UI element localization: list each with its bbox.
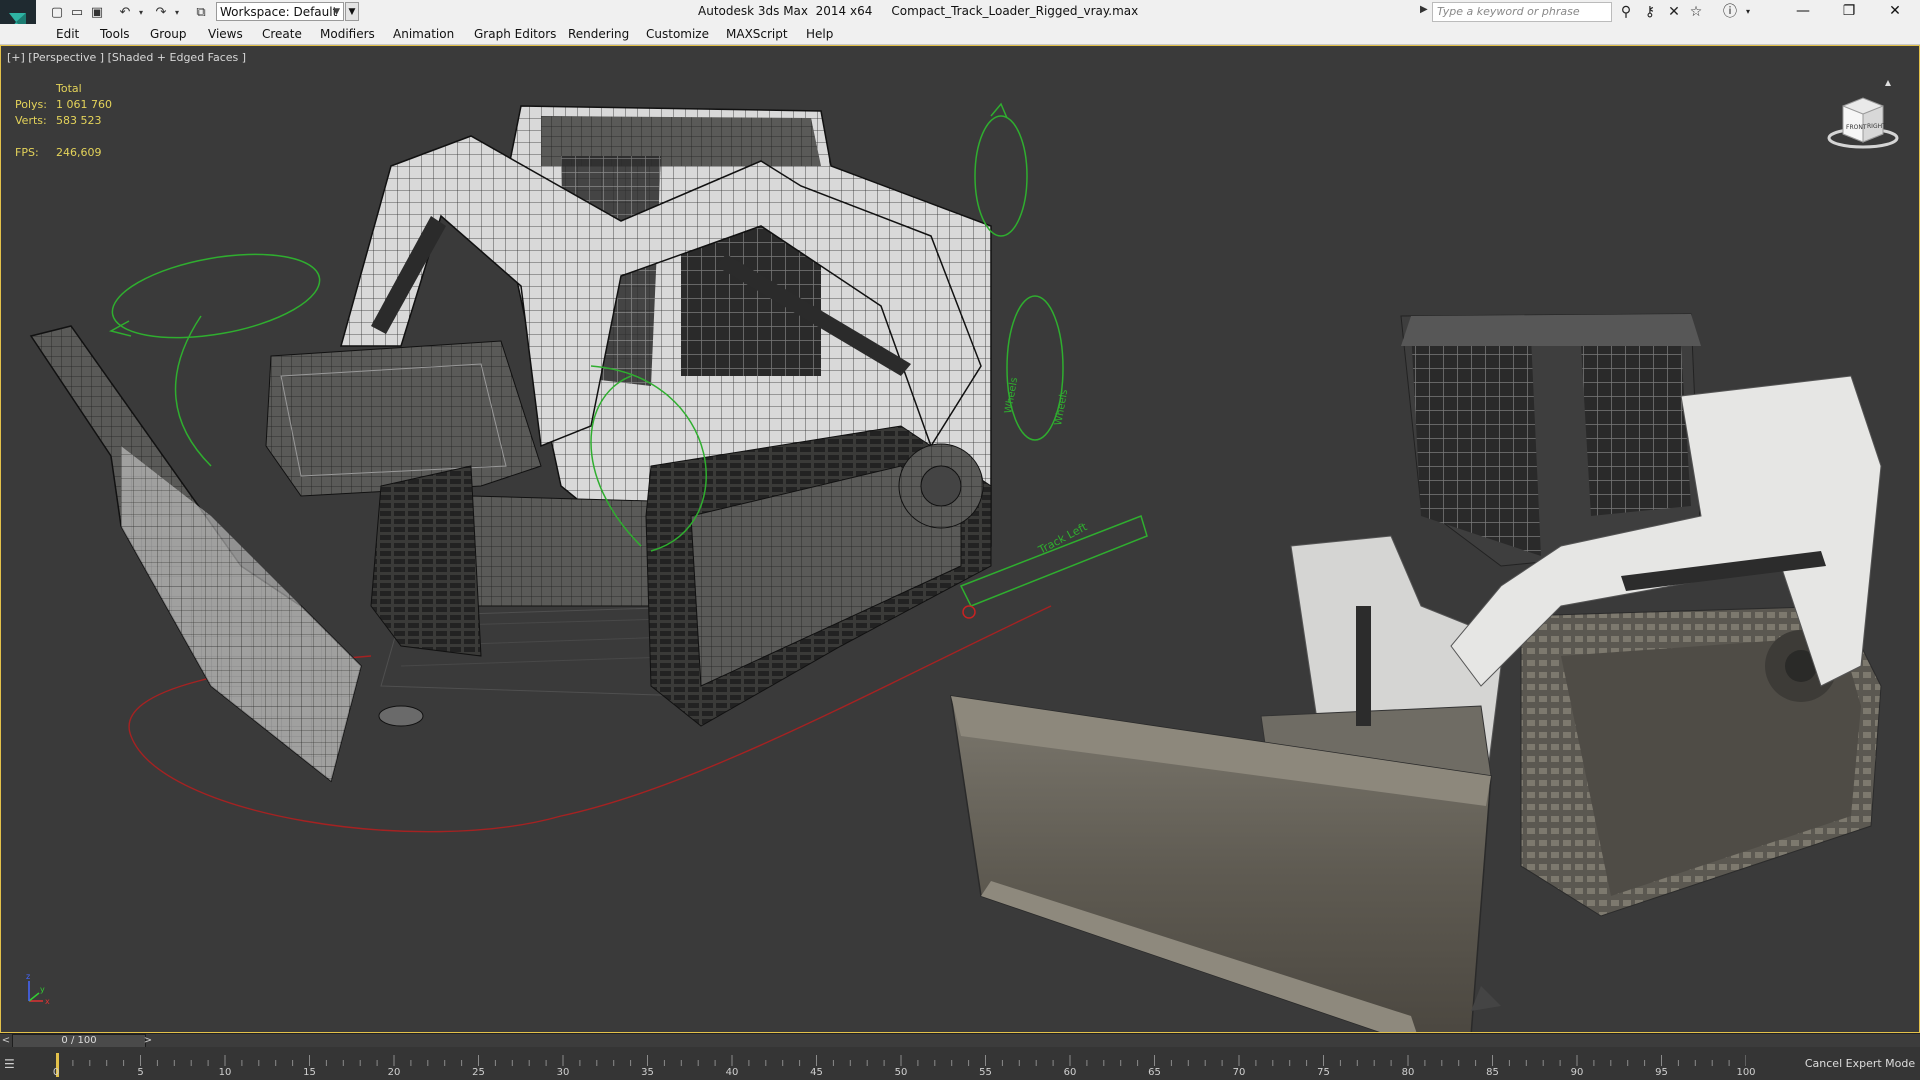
wheels-label-2: Wheels (1053, 389, 1070, 427)
axis-x-label: x (45, 997, 50, 1006)
wheels-label: Wheels (1003, 377, 1020, 415)
track-tick-label: 45 (810, 1067, 823, 1078)
time-slider[interactable]: 0 / 100 (12, 1034, 146, 1048)
menu-rendering[interactable]: Rendering (568, 27, 629, 41)
minimize-button[interactable]: — (1780, 0, 1826, 24)
search-expand-icon[interactable]: ▶ (1420, 4, 1428, 15)
viewcube-front-label: FRONT (1846, 124, 1867, 131)
menu-bar: Edit Tools Group Views Create Modifiers … (0, 24, 1920, 45)
track-tick-label: 80 (1401, 1067, 1415, 1078)
time-next-button[interactable]: > (142, 1034, 154, 1048)
title-bar: ▢ ▭ ▣ ↶ ▾ ↷ ▾ ⧉ Workspace: Default ▼ ▼ A… (0, 0, 1920, 44)
track-tick-label: 10 (218, 1067, 232, 1078)
restore-button[interactable]: ❐ (1826, 0, 1872, 24)
track-tick-label: 30 (556, 1067, 570, 1078)
track-tick-label: 20 (387, 1067, 401, 1078)
viewcube[interactable]: FRONT RIGHT (1823, 76, 1903, 156)
close-button[interactable]: ✕ (1872, 0, 1918, 24)
time-prev-button[interactable]: < (0, 1034, 12, 1048)
save-file-icon[interactable]: ▣ (88, 3, 106, 21)
redo-dropdown-icon[interactable]: ▾ (168, 3, 186, 21)
menu-animation[interactable]: Animation (393, 27, 454, 41)
time-slider-bar: < 0 / 100 > (0, 1033, 1920, 1048)
axis-tripod-icon: x y z (26, 972, 50, 1006)
track-tick-label: 5 (137, 1067, 144, 1078)
window-title: Autodesk 3ds Max 2014 x64 Compact_Track_… (698, 4, 1139, 18)
track-tick-label: 35 (641, 1067, 654, 1078)
track-bar[interactable]: ☰ 0 5 10 15 20 25 30 35 40 45 50 55 60 65 70 75 80 85 90 95… (0, 1047, 1920, 1080)
menu-help[interactable]: Help (806, 27, 833, 41)
track-tick-label: 25 (472, 1067, 485, 1078)
track-tick-label: 55 (979, 1067, 992, 1078)
track-tick-label: 65 (1148, 1067, 1161, 1078)
wireframe-loader[interactable] (29, 105, 992, 783)
project-folder-icon[interactable]: ⧉ (192, 3, 210, 21)
menu-maxscript[interactable]: MAXScript (726, 27, 788, 41)
menu-views[interactable]: Views (208, 27, 243, 41)
menu-group[interactable]: Group (150, 27, 187, 41)
help-dropdown-icon[interactable]: ▾ (1738, 3, 1758, 21)
menu-customize[interactable]: Customize (646, 27, 709, 41)
menu-tools[interactable]: Tools (100, 27, 130, 41)
cancel-expert-mode-button[interactable]: Cancel Expert Mode (1800, 1047, 1920, 1080)
menu-graph-editors[interactable]: Graph Editors (474, 27, 556, 41)
viewcube-home-icon[interactable] (1885, 80, 1891, 86)
menu-create[interactable]: Create (262, 27, 302, 41)
favorites-star-icon[interactable]: ☆ (1686, 3, 1706, 21)
viewcube-right-label: RIGHT (1867, 123, 1886, 130)
track-tick-label: 15 (303, 1067, 316, 1078)
chevron-down-icon: ▼ (333, 7, 340, 17)
track-tick-label: 50 (894, 1067, 908, 1078)
track-tick-label: 100 (1736, 1067, 1756, 1078)
search-input[interactable]: Type a keyword or phrase (1432, 2, 1612, 22)
workspace-dropdown[interactable]: Workspace: Default ▼ (216, 2, 344, 21)
help-icon[interactable]: ⓘ (1720, 3, 1740, 21)
track-tick-label: 70 (1232, 1067, 1246, 1078)
perspective-viewport[interactable]: [+] [Perspective ] [Shaded + Edged Faces… (0, 45, 1920, 1033)
track-tick-label: 90 (1570, 1067, 1584, 1078)
menu-edit[interactable]: Edit (56, 27, 79, 41)
track-tick-label: 60 (1063, 1067, 1077, 1078)
new-file-icon[interactable]: ▢ (48, 3, 66, 21)
curve-editor-icon[interactable]: ☰ (4, 1057, 34, 1077)
track-tick-label: 0 (52, 1067, 60, 1078)
binoculars-icon[interactable]: ⚲ (1616, 3, 1636, 21)
axis-z-label: z (26, 972, 30, 981)
menu-modifiers[interactable]: Modifiers (320, 27, 375, 41)
scene-render: Track Left Wheels Wheels (29, 102, 1882, 1032)
track-tick-label: 85 (1486, 1067, 1499, 1078)
axis-y-label: y (40, 985, 45, 994)
track-tick-label: 40 (725, 1067, 739, 1078)
quick-access-customize-icon[interactable]: ▼ (345, 2, 359, 21)
open-file-icon[interactable]: ▭ (68, 3, 86, 21)
track-tick-label: 95 (1655, 1067, 1668, 1078)
track-tick-label: 75 (1317, 1067, 1330, 1078)
shaded-loader[interactable] (950, 313, 1882, 1032)
communication-center-icon[interactable]: ✕ (1664, 3, 1684, 21)
workspace-label: Workspace: Default (220, 5, 338, 19)
subscription-key-icon[interactable]: ⚷ (1640, 3, 1660, 21)
undo-dropdown-icon[interactable]: ▾ (132, 3, 150, 21)
